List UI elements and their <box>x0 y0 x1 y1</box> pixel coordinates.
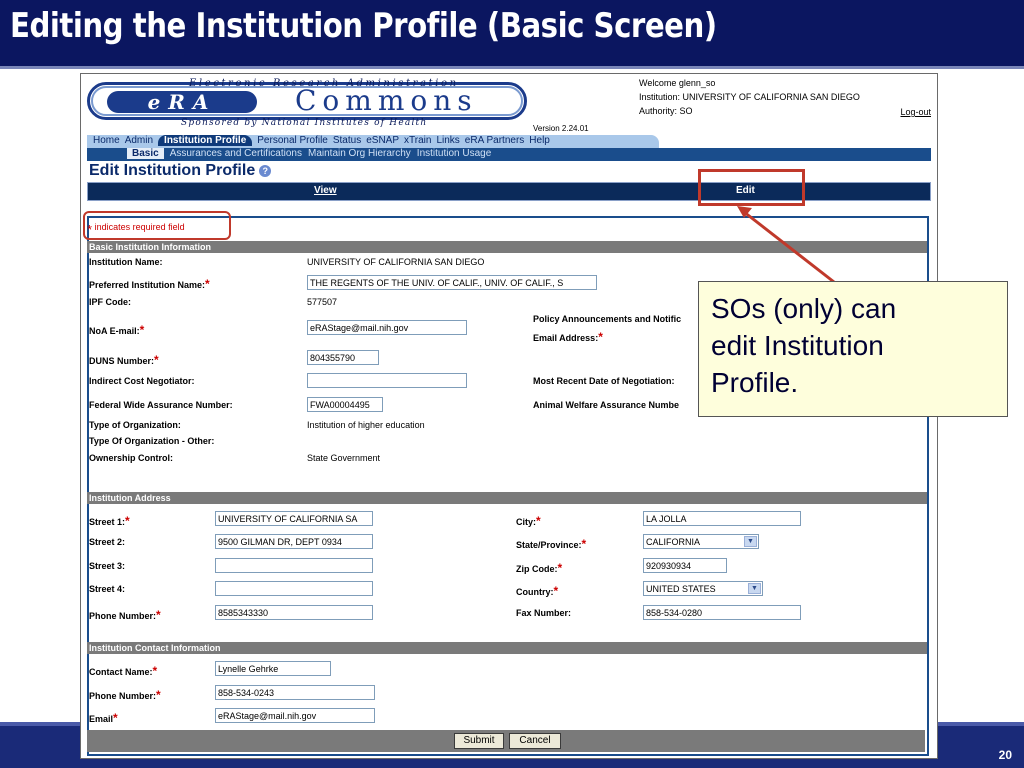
duns-label: DUNS Number:* <box>89 353 159 367</box>
version-label: Version 2.24.01 <box>533 124 589 133</box>
era-logo: eRA <box>107 91 257 113</box>
section-basic-info: Basic Institution Information <box>87 241 927 253</box>
subnav-institution-usage[interactable]: Institution Usage <box>417 148 492 159</box>
edit-tab-highlight <box>698 169 805 206</box>
callout-line-3: Profile. <box>711 367 799 398</box>
institution-text: Institution: UNIVERSITY OF CALIFORNIA SA… <box>639 92 860 102</box>
city-label: City:* <box>516 514 541 528</box>
callout-note: SOs (only) can edit Institution Profile. <box>698 281 1008 417</box>
button-bar: Submit Cancel <box>87 730 925 752</box>
policy-email-label: Policy Announcements and Notific <box>533 314 682 324</box>
sub-nav: Basic Assurances and Certifications Mainta… <box>87 148 931 161</box>
nav-personal-profile[interactable]: Personal Profile <box>257 135 328 146</box>
logo-sponsor-line: Sponsored by National Institutes of Heal… <box>181 118 428 128</box>
ipf-code-label: IPF Code: <box>89 297 131 307</box>
slide-title: Editing the Institution Profile (Basic S… <box>10 6 717 46</box>
subnav-basic[interactable]: Basic <box>127 148 164 159</box>
nav-status[interactable]: Status <box>333 135 361 146</box>
country-select[interactable]: UNITED STATES ▼ <box>643 581 763 596</box>
ownership-value: State Government <box>307 453 381 463</box>
contact-phone-label: Phone Number:* <box>89 688 161 702</box>
street3-label: Street 3: <box>89 561 126 571</box>
city-input[interactable]: LA JOLLA <box>643 511 801 526</box>
org-type-other-label: Type Of Organization - Other: <box>89 436 215 446</box>
nav-xtrain[interactable]: xTrain <box>404 135 431 146</box>
state-select[interactable]: CALIFORNIA ▼ <box>643 534 759 549</box>
indirect-cost-label: Indirect Cost Negotiator: <box>89 376 195 386</box>
policy-email-label-2: Email Address:* <box>533 330 603 344</box>
cancel-button[interactable]: Cancel <box>509 733 561 749</box>
noa-email-label: NoA E-mail:* <box>89 323 145 337</box>
fwa-label: Federal Wide Assurance Number: <box>89 400 233 410</box>
preferred-name-label: Preferred Institution Name:* <box>89 277 210 291</box>
street3-input[interactable] <box>215 558 373 573</box>
institution-name-value: UNIVERSITY OF CALIFORNIA SAN DIEGO <box>307 257 485 267</box>
nav-era-partners[interactable]: eRA Partners <box>465 135 524 146</box>
chevron-down-icon[interactable]: ▼ <box>744 536 757 547</box>
section-address: Institution Address <box>87 492 927 504</box>
help-icon[interactable]: ? <box>259 164 272 177</box>
contact-email-label: Email* <box>89 711 118 725</box>
contact-name-input[interactable]: Lynelle Gehrke <box>215 661 331 676</box>
page-title: Edit Institution Profile? <box>89 162 272 180</box>
page-number: 20 <box>998 748 1012 762</box>
contact-email-input[interactable]: eRAStage@mail.nih.gov <box>215 708 375 723</box>
street1-label: Street 1:* <box>89 514 130 528</box>
authority-text: Authority: SO <box>639 106 693 116</box>
fax-label: Fax Number: <box>516 608 572 618</box>
contact-name-label: Contact Name:* <box>89 664 158 678</box>
submit-button[interactable]: Submit <box>454 733 504 749</box>
institution-name-label: Institution Name: <box>89 257 163 267</box>
era-commons-logo: Electronic Research Administration eRA C… <box>85 76 535 136</box>
page-title-text: Edit Institution Profile <box>89 162 256 179</box>
logout-link[interactable]: Log-out <box>900 107 931 117</box>
subnav-assurances[interactable]: Assurances and Certifications <box>170 148 302 159</box>
negotiation-date-label: Most Recent Date of Negotiation: <box>533 376 675 386</box>
nav-links[interactable]: Links <box>436 135 459 146</box>
chevron-down-icon[interactable]: ▼ <box>748 583 761 594</box>
callout-line-1: SOs (only) can <box>711 293 897 324</box>
street2-input[interactable]: 9500 GILMAN DR, DEPT 0934 <box>215 534 373 549</box>
callout-line-2: edit Institution <box>711 330 884 361</box>
street2-label: Street 2: <box>89 537 126 547</box>
fax-input[interactable]: 858-534-0280 <box>643 605 801 620</box>
nav-esnap[interactable]: eSNAP <box>366 135 399 146</box>
phone-input[interactable]: 8585343330 <box>215 605 373 620</box>
street4-label: Street 4: <box>89 584 126 594</box>
required-note-highlight <box>83 211 231 240</box>
noa-email-input[interactable]: eRAStage@mail.nih.gov <box>307 320 467 335</box>
header-divider <box>0 66 1024 69</box>
street4-input[interactable] <box>215 581 373 596</box>
user-info: Welcome glenn_so Institution: UNIVERSITY… <box>639 76 860 118</box>
duns-input[interactable]: 804355790 <box>307 350 379 365</box>
street1-input[interactable]: UNIVERSITY OF CALIFORNIA SA <box>215 511 373 526</box>
animal-welfare-label: Animal Welfare Assurance Numbe <box>533 400 680 410</box>
nav-home[interactable]: Home <box>93 135 120 146</box>
welcome-text: Welcome glenn_so <box>639 78 716 88</box>
section-contact: Institution Contact Information <box>87 642 927 654</box>
org-type-value: Institution of higher education <box>307 420 425 430</box>
commons-logo-text: Commons <box>295 84 478 117</box>
nav-institution-profile[interactable]: Institution Profile <box>158 135 253 146</box>
slide-header: Editing the Institution Profile (Basic S… <box>0 0 1024 66</box>
zip-input[interactable]: 920930934 <box>643 558 727 573</box>
phone-label: Phone Number:* <box>89 608 161 622</box>
nav-help[interactable]: Help <box>529 135 550 146</box>
ownership-label: Ownership Control: <box>89 453 173 463</box>
main-nav: Home Admin Institution Profile Personal Pro… <box>87 135 659 148</box>
preferred-name-input[interactable]: THE REGENTS OF THE UNIV. OF CALIF., UNIV… <box>307 275 597 290</box>
contact-phone-input[interactable]: 858-534-0243 <box>215 685 375 700</box>
nav-admin[interactable]: Admin <box>125 135 153 146</box>
country-label: Country:* <box>516 584 559 598</box>
view-tab[interactable]: View <box>314 185 337 196</box>
state-label: State/Province:* <box>516 537 587 551</box>
org-type-label: Type of Organization: <box>89 420 181 430</box>
subnav-org-hierarchy[interactable]: Maintain Org Hierarchy <box>308 148 411 159</box>
zip-label: Zip Code:* <box>516 561 563 575</box>
fwa-input[interactable]: FWA00004495 <box>307 397 383 412</box>
ipf-code-value: 577507 <box>307 297 338 307</box>
indirect-cost-input[interactable] <box>307 373 467 388</box>
